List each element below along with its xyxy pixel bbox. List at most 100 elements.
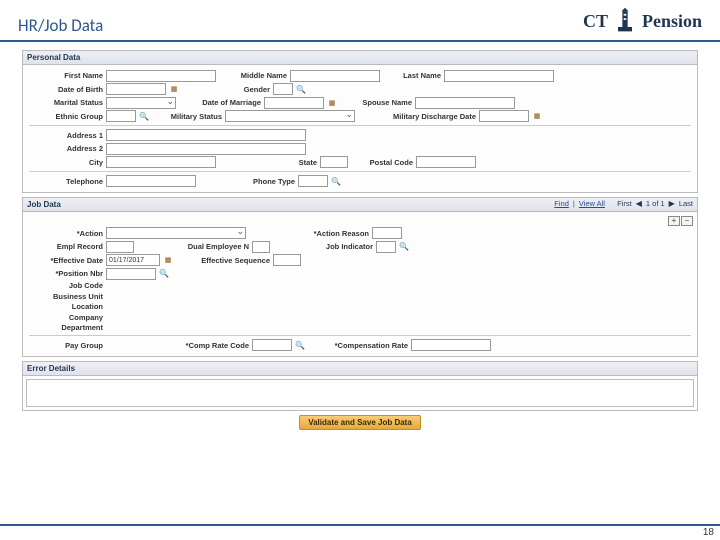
calendar-icon[interactable]: ▦ (532, 111, 542, 121)
dom-label: Date of Marriage (179, 98, 261, 107)
remove-row-button[interactable]: − (681, 216, 693, 226)
dual-field[interactable] (252, 241, 270, 253)
comp-label: *Compensation Rate (308, 341, 408, 350)
paygrp-label: Pay Group (25, 341, 103, 350)
logo-pension: Pension (642, 11, 702, 32)
jobind-label: Job Indicator (273, 242, 373, 251)
action-dropdown[interactable] (106, 227, 246, 239)
milstat-dropdown[interactable] (225, 110, 355, 122)
last-label: Last (679, 199, 693, 208)
empl-field[interactable] (106, 241, 134, 253)
tel-label: Telephone (25, 177, 103, 186)
reason-field[interactable] (372, 227, 402, 239)
spouse-field[interactable] (415, 97, 515, 109)
marital-label: Marital Status (25, 98, 103, 107)
footer-line (0, 524, 720, 526)
lookup-icon[interactable]: 🔍 (296, 84, 306, 94)
gender-label: Gender (182, 85, 270, 94)
add-row-button[interactable]: + (668, 216, 680, 226)
city-field[interactable] (106, 156, 216, 168)
ethnic-field[interactable] (106, 110, 136, 122)
prev-icon[interactable]: ◀ (636, 199, 642, 208)
find-link[interactable]: Find (554, 199, 569, 208)
divider (29, 125, 691, 126)
dept-label: Department (25, 323, 103, 332)
divider (29, 171, 691, 172)
logo-ct: CT (583, 11, 608, 32)
middle-name-label: Middle Name (219, 71, 287, 80)
addr2-field[interactable] (106, 143, 306, 155)
spouse-label: Spouse Name (340, 98, 412, 107)
action-label: *Action (25, 229, 103, 238)
dom-field[interactable] (264, 97, 324, 109)
job-data-header: Job Data Find | View All First ◀ 1 of 1 … (23, 198, 697, 212)
lookup-icon[interactable]: 🔍 (159, 269, 169, 279)
effdate-label: *Effective Date (25, 256, 103, 265)
jobind-field[interactable] (376, 241, 396, 253)
addr1-label: Address 1 (25, 131, 103, 140)
lookup-icon[interactable]: 🔍 (399, 242, 409, 252)
error-details-body (26, 379, 694, 407)
empl-label: Empl Record (25, 242, 103, 251)
state-field[interactable] (320, 156, 348, 168)
postal-label: Postal Code (351, 158, 413, 167)
first-label: First (617, 199, 632, 208)
first-name-field[interactable] (106, 70, 216, 82)
ethnic-label: Ethnic Group (25, 112, 103, 121)
job-data-box: Job Data Find | View All First ◀ 1 of 1 … (22, 197, 698, 357)
mildis-field[interactable] (479, 110, 529, 122)
marital-dropdown[interactable] (106, 97, 176, 109)
city-label: City (25, 158, 103, 167)
last-name-label: Last Name (383, 71, 441, 80)
calendar-icon[interactable]: ▦ (327, 98, 337, 108)
lookup-icon[interactable]: 🔍 (295, 340, 305, 350)
middle-name-field[interactable] (290, 70, 380, 82)
dob-field[interactable] (106, 83, 166, 95)
personal-data-header: Personal Data (23, 51, 697, 65)
jobcode-label: Job Code (25, 281, 103, 290)
effseq-label: Effective Sequence (176, 256, 270, 265)
viewall-link[interactable]: View All (579, 199, 605, 208)
comprate-label: *Comp Rate Code (159, 341, 249, 350)
dob-label: Date of Birth (25, 85, 103, 94)
first-name-label: First Name (25, 71, 103, 80)
milstat-label: Military Status (152, 112, 222, 121)
record-navigator: Find | View All First ◀ 1 of 1 ▶ Last (554, 199, 693, 208)
posnbr-field[interactable] (106, 268, 156, 280)
personal-data-box: Personal Data First Name Middle Name Las… (22, 50, 698, 193)
slide-number: 18 (703, 527, 714, 538)
error-details-box: Error Details (22, 361, 698, 411)
bu-label: Business Unit (25, 292, 103, 301)
next-icon[interactable]: ▶ (669, 199, 675, 208)
comp-field[interactable] (411, 339, 491, 351)
validate-save-button[interactable]: Validate and Save Job Data (299, 415, 421, 430)
loc-label: Location (25, 302, 103, 311)
lookup-icon[interactable]: 🔍 (331, 176, 341, 186)
ptype-field[interactable] (298, 175, 328, 187)
mildis-label: Military Discharge Date (358, 112, 476, 121)
job-data-title: Job Data (27, 200, 61, 209)
divider (29, 335, 691, 336)
dual-label: Dual Employee N (137, 242, 249, 251)
last-name-field[interactable] (444, 70, 554, 82)
page-title: HR/Job Data (18, 15, 103, 36)
calendar-icon[interactable]: ▦ (169, 84, 179, 94)
record-count: 1 of 1 (646, 199, 665, 208)
postal-field[interactable] (416, 156, 476, 168)
company-label: Company (25, 313, 103, 322)
comprate-field[interactable] (252, 339, 292, 351)
lookup-icon[interactable]: 🔍 (139, 111, 149, 121)
gender-field[interactable] (273, 83, 293, 95)
addr1-field[interactable] (106, 129, 306, 141)
tel-field[interactable] (106, 175, 196, 187)
state-label: State (219, 158, 317, 167)
reason-label: *Action Reason (249, 229, 369, 238)
lighthouse-icon (614, 6, 636, 36)
effseq-field[interactable] (273, 254, 301, 266)
ptype-label: Phone Type (199, 177, 295, 186)
effdate-field[interactable]: 01/17/2017 (106, 254, 160, 266)
addr2-label: Address 2 (25, 144, 103, 153)
ct-pension-logo: CT Pension (583, 6, 702, 36)
calendar-icon[interactable]: ▦ (163, 255, 173, 265)
posnbr-label: *Position Nbr (25, 269, 103, 278)
